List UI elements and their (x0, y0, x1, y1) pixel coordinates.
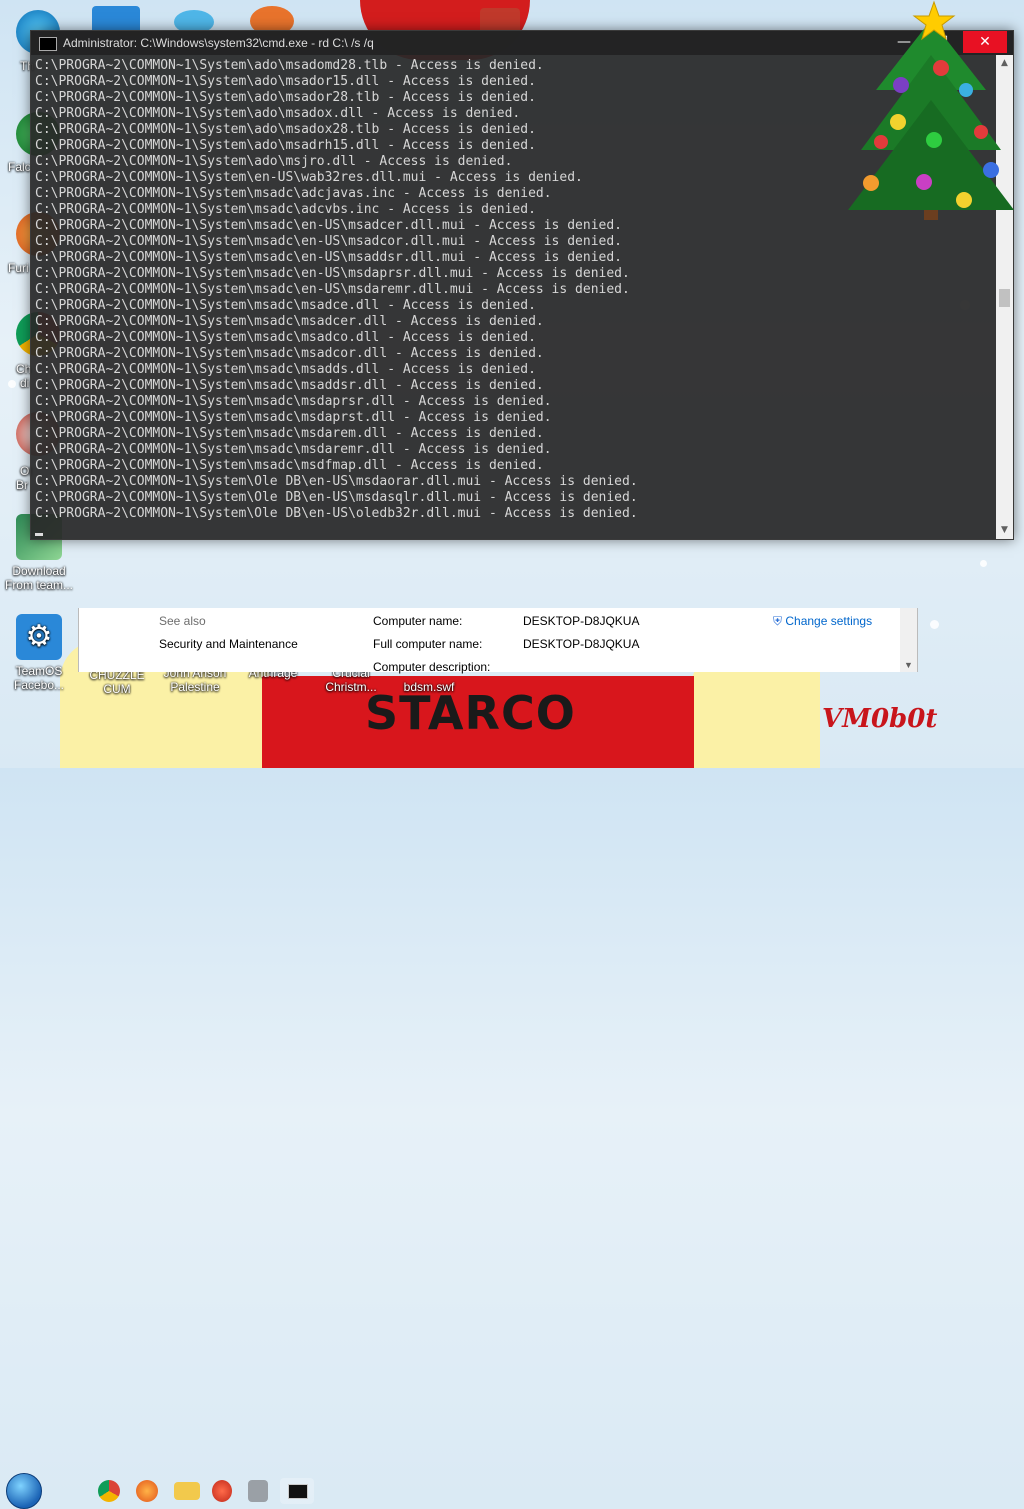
ornament (926, 132, 942, 148)
desktop-icon-label: bdsm.swf (403, 680, 455, 694)
ornament (956, 192, 972, 208)
console-line: C:\PROGRA~2\COMMON~1\System\msadc\msdare… (35, 442, 552, 457)
vertical-scrollbar[interactable]: ▼ (900, 608, 917, 672)
wallpaper-signature: VM0b0t (822, 704, 938, 734)
taskbar-cmd-button[interactable] (280, 1478, 314, 1504)
shield-icon: ⛨ (773, 614, 783, 628)
console-line: C:\PROGRA~2\COMMON~1\System\msadc\msadds… (35, 378, 544, 393)
command-prompt-icon (288, 1484, 308, 1499)
console-line: C:\PROGRA~2\COMMON~1\System\Ole DB\en-US… (35, 490, 638, 505)
console-line: C:\PROGRA~2\COMMON~1\System\msadc\msdfma… (35, 458, 544, 473)
desktop-icon-label: TeamOS Facebo... (13, 664, 65, 692)
wallpaper-text: STARCO (365, 686, 576, 740)
desktop-icon-label: di (20, 376, 30, 390)
ornament (890, 114, 906, 130)
computer-description-label: Computer description: (373, 660, 491, 674)
console-line: C:\PROGRA~2\COMMON~1\System\msadc\msadco… (35, 330, 536, 345)
console-line: C:\PROGRA~2\COMMON~1\System\msadc\en-US\… (35, 282, 630, 297)
security-maintenance-link[interactable]: Security and Maintenance (159, 637, 298, 651)
console-line: C:\PROGRA~2\COMMON~1\System\msadc\msadce… (35, 298, 536, 313)
windows-start-icon[interactable] (6, 1473, 42, 1509)
console-line: C:\PROGRA~2\COMMON~1\System\msadc\msadds… (35, 362, 536, 377)
snowflake (980, 560, 987, 567)
console-line: C:\PROGRA~2\COMMON~1\System\msadc\msdare… (35, 426, 544, 441)
taskbar (0, 738, 1024, 1509)
ornament (959, 83, 973, 97)
ornament (893, 77, 909, 93)
firefox-icon[interactable] (136, 1480, 158, 1502)
desktop-icon-teamos[interactable]: ⚙ TeamOS Facebo... (4, 614, 74, 692)
console-line: C:\PROGRA~2\COMMON~1\System\Ole DB\en-US… (35, 474, 638, 489)
full-computer-name-label: Full computer name: (373, 637, 483, 651)
console-line: C:\PROGRA~2\COMMON~1\System\msadc\en-US\… (35, 266, 630, 281)
chrome-icon[interactable] (98, 1480, 120, 1502)
scrollbar-thumb[interactable] (999, 289, 1010, 307)
console-line: C:\PROGRA~2\COMMON~1\System\Ole DB\en-US… (35, 506, 638, 521)
christmas-tree-gadget[interactable] (846, 0, 1016, 240)
file-explorer-icon[interactable] (174, 1482, 200, 1500)
scroll-down-icon[interactable]: ▼ (996, 522, 1013, 539)
computer-name-label: Computer name: (373, 614, 463, 628)
snowflake (930, 620, 939, 629)
snowflake (8, 380, 16, 388)
app-icon[interactable] (212, 1480, 232, 1502)
gear-icon: ⚙ (16, 614, 62, 660)
scroll-down-icon[interactable]: ▼ (900, 660, 917, 670)
program-icon[interactable] (248, 1480, 268, 1502)
cmd-app-icon (39, 37, 57, 51)
console-line: C:\PROGRA~2\COMMON~1\System\msadc\msadco… (35, 346, 544, 361)
ornament (874, 135, 888, 149)
desktop-icon-label: Furi (8, 261, 29, 275)
desktop-icon-label: Falc (8, 160, 31, 174)
console-line: C:\PROGRA~2\COMMON~1\System\msadc\msadce… (35, 314, 544, 329)
tree-tier (848, 100, 1014, 210)
ornament (974, 125, 988, 139)
full-computer-name-value: DESKTOP-D8JQKUA (523, 637, 640, 651)
change-settings-link[interactable]: ⛨ Change settings (773, 614, 872, 629)
desktop-icon-label: Br (16, 478, 28, 492)
computer-name-value: DESKTOP-D8JQKUA (523, 614, 640, 628)
ornament (863, 175, 879, 191)
see-also-heading: See also (159, 614, 206, 628)
text-cursor (35, 533, 43, 536)
ornament (983, 162, 999, 178)
console-line: C:\PROGRA~2\COMMON~1\System\msadc\en-US\… (35, 250, 622, 265)
change-settings-label: Change settings (785, 614, 873, 628)
console-line: C:\PROGRA~2\COMMON~1\System\msadc\msdapr… (35, 394, 552, 409)
window-title: Administrator: C:\Windows\system32\cmd.e… (63, 36, 374, 50)
ornament (933, 60, 949, 76)
console-line: C:\PROGRA~2\COMMON~1\System\msadc\msdapr… (35, 410, 552, 425)
ornament (916, 174, 932, 190)
desktop-icon-bdsm-swf[interactable]: bdsm.swf (394, 680, 464, 694)
desktop-icon-label: Download From team... (4, 564, 73, 592)
desktop-icon-label: CHUZZLE CUM (89, 668, 145, 696)
system-properties-window: See also Security and Maintenance Comput… (78, 608, 918, 674)
